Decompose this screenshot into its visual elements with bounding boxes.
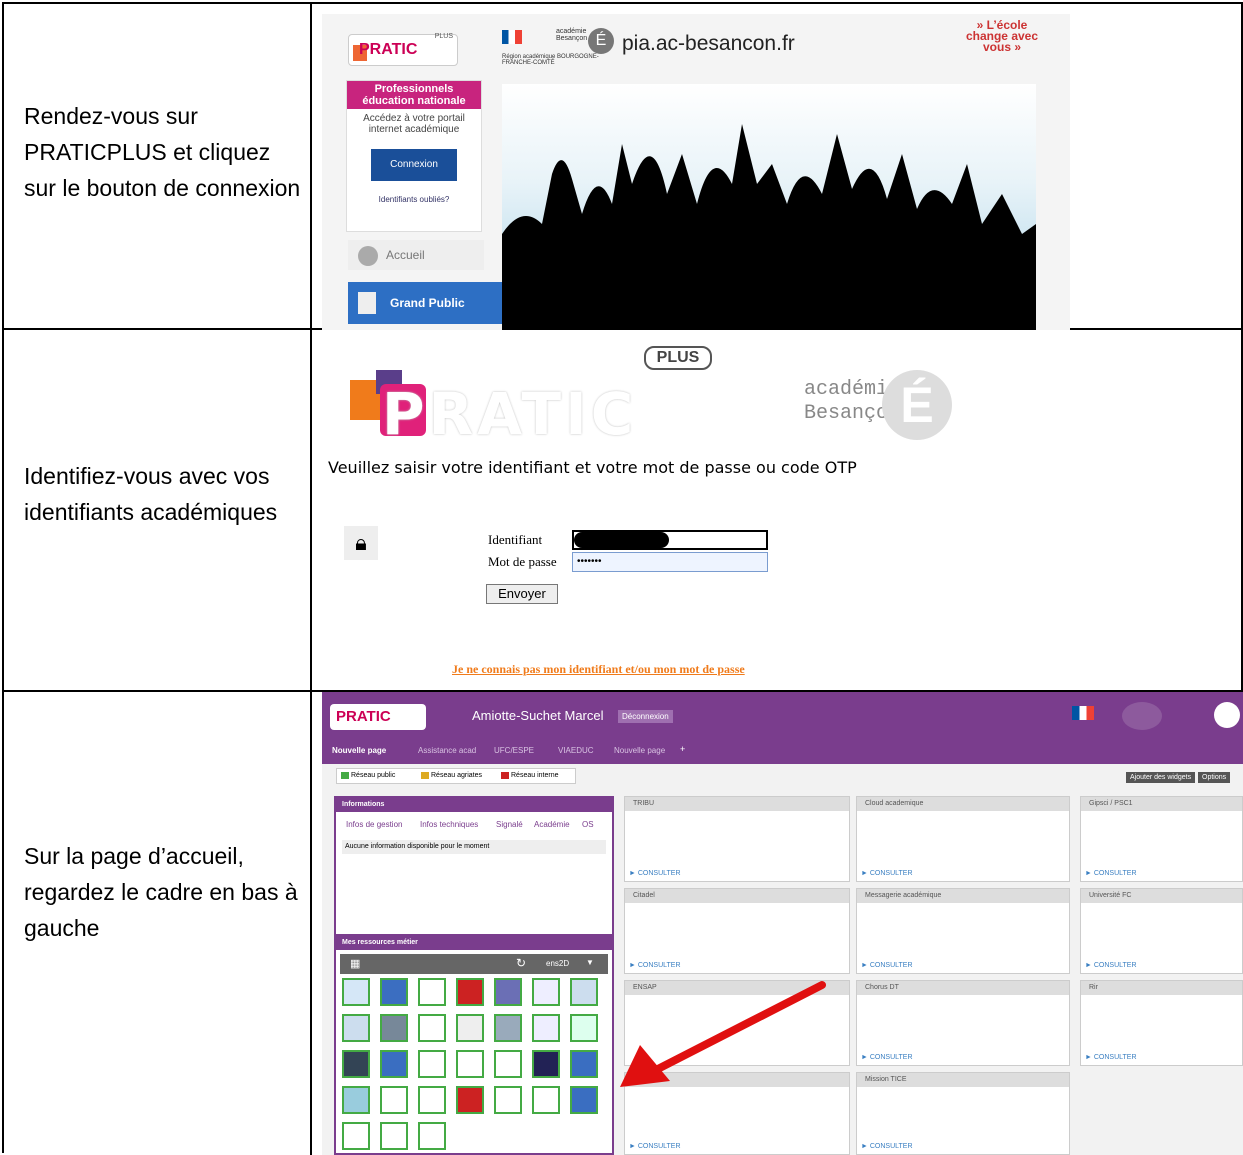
resource-paf[interactable]	[456, 1014, 484, 1042]
tab-ufc[interactable]: UFC/ESPE	[494, 746, 534, 755]
chevron-down-icon[interactable]: ▼	[586, 958, 594, 967]
resources-toolbar: ▦ ↻ ens2D ▼	[340, 954, 608, 974]
tab-nouvelle-page[interactable]: Nouvelle page	[332, 746, 386, 755]
avatar[interactable]	[1214, 702, 1240, 728]
info-tab-gestion[interactable]: Infos de gestion	[346, 820, 402, 829]
dashboard-screenshot: PRATIC Amiotte-Suchet Marcel Déconnexion…	[322, 692, 1243, 1155]
resource-tuto[interactable]	[418, 1050, 446, 1078]
lock-icon: 🔒︎	[344, 526, 378, 560]
people-icon	[358, 292, 376, 314]
resource-via[interactable]	[532, 1086, 560, 1114]
academie-e-icon: É	[588, 28, 614, 54]
tile-gipsci[interactable]: Gipsci / PSC1 ► CONSULTER	[1080, 796, 1243, 882]
user-name: Amiotte-Suchet Marcel	[472, 708, 604, 723]
portal-screenshot: PRATIC PLUS académie Besançon É Région a…	[322, 14, 1070, 330]
grid-icon[interactable]: ▦	[350, 957, 360, 970]
marianne-logo	[502, 30, 522, 44]
resource-esidoc[interactable]	[494, 978, 522, 1006]
login-box: Professionnels éducation nationale Accéd…	[346, 80, 482, 232]
resource-chorus[interactable]	[570, 978, 598, 1006]
academie-e-icon	[1122, 702, 1162, 730]
tab-viaeduc[interactable]: VIAEDUC	[558, 746, 594, 755]
resource-gaia[interactable]	[380, 1014, 408, 1042]
resource-accel[interactable]	[570, 1050, 598, 1078]
resource-iprof[interactable]	[380, 978, 408, 1006]
tile-cloud[interactable]: Cloud academique ► CONSULTER	[856, 796, 1070, 882]
tutorial-table: Rendez-vous sur PRATICPLUS et cliquez su…	[2, 2, 1243, 1155]
forgot-credentials-link[interactable]: Je ne connais pas mon identifiant et/ou …	[452, 662, 745, 677]
resource-magistere[interactable]	[494, 1014, 522, 1042]
refresh-icon[interactable]: ↻	[516, 956, 526, 970]
resource-ensap[interactable]	[342, 978, 370, 1006]
tile-citadel[interactable]: Citadel ► CONSULTER	[624, 888, 850, 974]
login-prompt: Veuillez saisir votre identifiant et vot…	[328, 458, 857, 477]
site-url: pia.ac-besancon.fr	[622, 32, 795, 55]
submit-button[interactable]: Envoyer	[486, 584, 558, 604]
crowd-image	[502, 84, 1036, 330]
resource-rsst[interactable]	[532, 1050, 560, 1078]
resource-proxima[interactable]	[380, 1086, 408, 1114]
resource-bacpro[interactable]	[380, 1050, 408, 1078]
tile-rir[interactable]: Rir ► CONSULTER	[1080, 980, 1243, 1066]
logout-button[interactable]: Déconnexion	[618, 710, 673, 723]
red-arrow-annotation	[620, 981, 826, 1087]
tile-tribu[interactable]: TRIBU ► CONSULTER	[624, 796, 850, 882]
options-button[interactable]: Options	[1198, 772, 1231, 783]
slogan: » L’école change avec vous »	[965, 18, 1039, 54]
resource-metacad[interactable]	[342, 1050, 370, 1078]
login-screenshot: PRATIC PLUS académie Besançon É Veuillez…	[322, 340, 1022, 690]
resource-magic[interactable]	[532, 978, 560, 1006]
resource-academie[interactable]	[418, 978, 446, 1006]
add-tab-button[interactable]: +	[680, 744, 685, 754]
tab-assistance[interactable]: Assistance acad	[418, 746, 476, 755]
resource-onisep[interactable]	[456, 978, 484, 1006]
tile-messagerie[interactable]: Messagerie académique ► CONSULTER	[856, 888, 1070, 974]
nav-grand-public[interactable]: Grand Public	[348, 282, 504, 324]
network-filters: Réseau public Réseau agriates Réseau int…	[336, 768, 576, 784]
pratic-logo: PRATIC PLUS	[348, 33, 458, 66]
resources-panel: Mes ressources métier ▦ ↻ ens2D ▼	[334, 934, 614, 1155]
tab-bar: Nouvelle page Assistance acad UFC/ESPE V…	[322, 740, 1243, 764]
profile-select[interactable]: ens2D	[546, 959, 569, 968]
academie-e-icon: É	[882, 370, 952, 440]
forgot-link[interactable]: Identifiants oubliés?	[347, 195, 481, 204]
nav-accueil[interactable]: Accueil	[348, 240, 484, 270]
resource-chat[interactable]	[456, 1086, 484, 1114]
pratic-logo: PRATIC	[330, 704, 426, 730]
step-caption-2: Identifiez-vous avec vos identifiants ac…	[24, 463, 278, 525]
top-bar: PRATIC Amiotte-Suchet Marcel Déconnexion	[322, 692, 1243, 740]
step-caption-3: Sur la page d’accueil, regardez le cadre…	[24, 843, 298, 941]
tile-mission-tice[interactable]: Mission TICE ► CONSULTER	[856, 1072, 1070, 1155]
password-input[interactable]: •••••••	[572, 552, 768, 572]
tile-universite[interactable]: Université FC ► CONSULTER	[1080, 888, 1243, 974]
add-widgets-button[interactable]: Ajouter des widgets	[1126, 772, 1196, 783]
tab-nouvelle-page-2[interactable]: Nouvelle page	[614, 746, 665, 755]
connexion-button[interactable]: Connexion	[371, 149, 457, 181]
info-panel: Informations Infos de gestion Infos tech…	[334, 796, 614, 936]
home-icon	[358, 246, 378, 266]
resource-filesender[interactable]	[418, 1086, 446, 1114]
step-caption-1: Rendez-vous sur PRATICPLUS et cliquez su…	[24, 103, 301, 201]
pratic-logo-large: PRATIC	[382, 380, 638, 448]
resource-blablaclasse[interactable]	[494, 1086, 522, 1114]
username-input[interactable]	[572, 530, 768, 550]
tile-chorus[interactable]: Chorus DT ► CONSULTER	[856, 980, 1070, 1066]
